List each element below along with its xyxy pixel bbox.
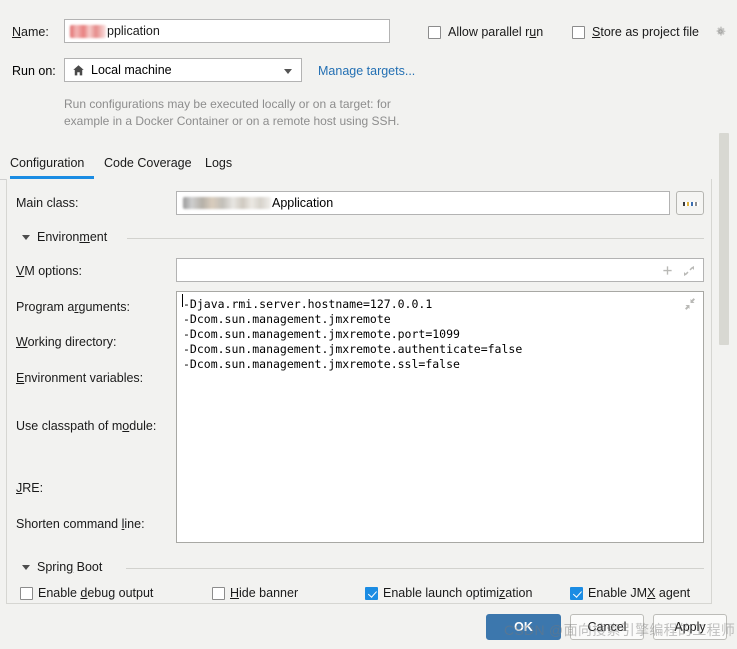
main-class-value: Application bbox=[272, 196, 334, 210]
tab-code-coverage[interactable]: Code Coverage bbox=[104, 152, 196, 178]
run-on-row: Run on: Local machine Manage targets... bbox=[0, 52, 737, 90]
environment-section-title: Environment bbox=[37, 230, 108, 244]
redacted-name-prefix bbox=[70, 24, 106, 38]
enable-launch-optimization-label: Enable launch optimization bbox=[383, 586, 533, 600]
collapse-icon[interactable] bbox=[684, 298, 696, 310]
chevron-down-icon bbox=[284, 69, 292, 74]
redacted-main-class-prefix bbox=[183, 197, 271, 209]
enable-jmx-agent-label: Enable JMX agent bbox=[588, 586, 691, 600]
vm-options-label: VM options: bbox=[16, 264, 83, 278]
allow-parallel-run-label: Allow parallel run bbox=[448, 25, 544, 39]
chevron-down-icon bbox=[22, 235, 30, 240]
name-label: Name: bbox=[12, 25, 49, 39]
apply-button[interactable]: Apply bbox=[653, 614, 727, 640]
run-on-hint-line2: example in a Docker Container or on a re… bbox=[64, 114, 400, 128]
run-on-hint: Run configurations may be executed local… bbox=[64, 96, 534, 130]
environment-section-header[interactable]: Environment bbox=[22, 230, 704, 246]
main-class-browse-button[interactable] bbox=[676, 191, 704, 215]
cancel-button[interactable]: Cancel bbox=[570, 614, 644, 640]
run-on-value: Local machine bbox=[91, 63, 172, 77]
program-arguments-label: Program arguments: bbox=[16, 300, 130, 314]
environment-variables-label: Environment variables: bbox=[16, 371, 144, 385]
enable-launch-optimization-checkbox[interactable] bbox=[365, 587, 378, 600]
text-caret bbox=[182, 294, 183, 307]
dialog-button-bar: OK Cancel Apply bbox=[0, 606, 737, 649]
enable-jmx-agent-checkbox[interactable] bbox=[570, 587, 583, 600]
home-icon bbox=[73, 64, 84, 75]
expand-icon[interactable] bbox=[683, 265, 695, 277]
program-arguments-textarea[interactable]: -Djava.rmi.server.hostname=127.0.0.1 -Dc… bbox=[176, 291, 704, 543]
spring-boot-section-header[interactable]: Spring Boot bbox=[22, 560, 704, 576]
plus-icon[interactable] bbox=[662, 265, 673, 276]
use-classpath-of-module-label: Use classpath of module: bbox=[16, 419, 157, 433]
chevron-down-icon bbox=[22, 565, 30, 570]
run-on-dropdown[interactable]: Local machine bbox=[64, 58, 302, 82]
ok-button[interactable]: OK bbox=[486, 614, 561, 640]
store-as-project-file-label: Store as project file bbox=[592, 25, 700, 39]
gear-icon[interactable] bbox=[714, 25, 727, 38]
section-divider bbox=[126, 568, 704, 569]
main-class-label: Main class: bbox=[16, 196, 79, 210]
store-as-project-file-checkbox[interactable] bbox=[572, 26, 585, 39]
ellipsis-icon bbox=[683, 202, 699, 206]
tab-configuration[interactable]: Configuration bbox=[10, 152, 94, 179]
run-on-label: Run on: bbox=[12, 64, 56, 78]
manage-targets-link[interactable]: Manage targets... bbox=[318, 64, 415, 78]
vm-options-input[interactable] bbox=[176, 258, 704, 282]
spring-boot-section-title: Spring Boot bbox=[37, 560, 103, 574]
enable-debug-output-checkbox[interactable] bbox=[20, 587, 33, 600]
vertical-scrollbar-thumb[interactable] bbox=[719, 133, 729, 345]
hide-banner-checkbox[interactable] bbox=[212, 587, 225, 600]
hide-banner-label: Hide banner bbox=[230, 586, 299, 600]
name-input-value: pplication bbox=[107, 24, 160, 38]
enable-debug-output-label: Enable debug output bbox=[38, 586, 154, 600]
jre-label: JRE: bbox=[16, 481, 44, 495]
run-configuration-dialog: Name: pplication Allow parallel run Stor… bbox=[0, 0, 737, 649]
name-input[interactable]: pplication bbox=[64, 19, 390, 43]
shorten-command-line-label: Shorten command line: bbox=[16, 517, 145, 531]
tab-bar: Configuration Code Coverage Logs bbox=[0, 152, 712, 180]
tab-logs[interactable]: Logs bbox=[205, 152, 235, 178]
section-divider bbox=[127, 238, 704, 239]
vertical-scrollbar-track[interactable] bbox=[715, 128, 733, 604]
main-class-input[interactable]: Application bbox=[176, 191, 670, 215]
working-directory-label: Working directory: bbox=[16, 335, 117, 349]
run-on-hint-line1: Run configurations may be executed local… bbox=[64, 97, 391, 111]
name-row: Name: pplication Allow parallel run Stor… bbox=[0, 0, 737, 52]
allow-parallel-run-checkbox[interactable] bbox=[428, 26, 441, 39]
